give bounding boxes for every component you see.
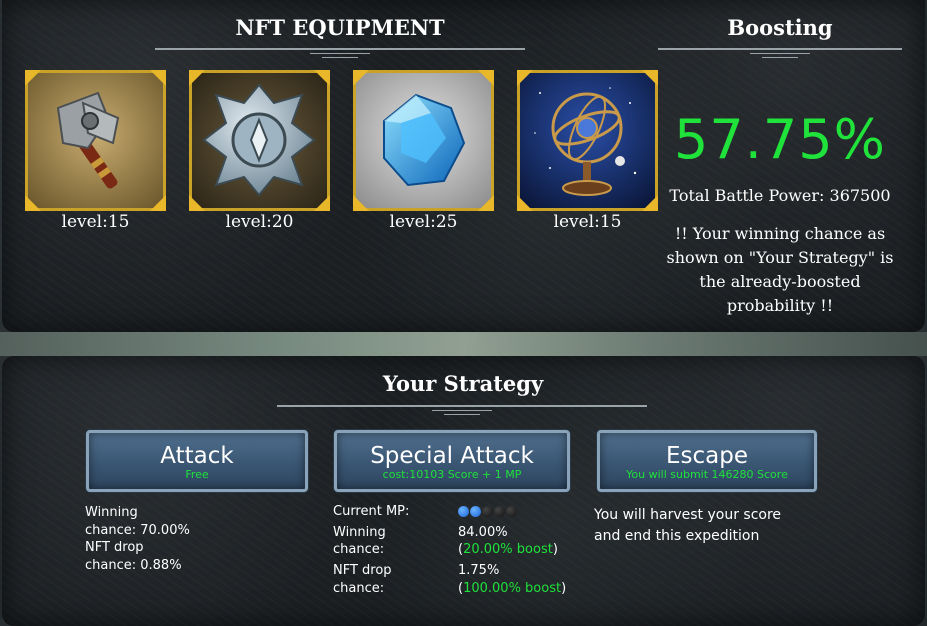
attack-winning-label: Winning <box>85 505 138 520</box>
special-winning-value: 84.00% <box>458 525 508 540</box>
mp-indicator <box>458 503 518 521</box>
mp-dot-empty <box>482 506 493 517</box>
special-nft-boost-value: 100.00% boost <box>463 581 562 596</box>
special-attack-button-label: Special Attack <box>370 443 534 469</box>
mp-dot-full <box>458 506 469 517</box>
attack-button[interactable]: Attack Free <box>86 430 308 492</box>
escape-info: You will harvest your score and end this… <box>594 505 781 547</box>
special-nft-boost: (100.00% boost) <box>458 581 567 596</box>
attack-button-cost: Free <box>185 468 209 481</box>
escape-button-label: Escape <box>665 443 748 469</box>
special-winning-label-1: Winning <box>333 525 386 540</box>
attack-info: Winning chance: 70.00% NFT drop chance: … <box>85 504 285 574</box>
shield-icon <box>192 73 327 208</box>
special-nft-label-1: NFT drop <box>333 563 392 578</box>
nft-level-shield: level:20 <box>225 212 294 232</box>
equipment-title: NFT EQUIPMENT <box>235 15 445 40</box>
special-winning-label-2: chance: <box>333 542 385 557</box>
armillary-sphere-icon <box>520 73 655 208</box>
nft-level-armillary-sphere: level:15 <box>553 212 622 232</box>
attack-button-label: Attack <box>160 443 234 469</box>
boosting-title-rule <box>658 48 902 50</box>
special-winning-boost: (20.00% boost) <box>458 542 558 557</box>
escape-desc-1: You will harvest your score <box>594 507 782 523</box>
boost-note: !! Your winning chance as shown on "Your… <box>666 224 894 315</box>
nft-card-shield[interactable] <box>189 70 330 211</box>
boosting-title: Boosting <box>727 15 833 40</box>
mp-dot-full <box>470 506 481 517</box>
special-nft-label-2: chance: <box>333 581 385 596</box>
strategy-title-rule <box>277 405 647 407</box>
axe-icon <box>28 73 163 208</box>
background-scenery <box>0 332 927 356</box>
attack-nft-value: chance: 0.88% <box>85 557 182 573</box>
escape-desc-2: and end this expedition <box>594 528 760 544</box>
gem-icon <box>356 73 491 208</box>
nft-level-gem: level:25 <box>389 212 458 232</box>
mp-dot-empty <box>506 506 517 517</box>
special-nft-value: 1.75% <box>458 563 500 578</box>
strategy-title: Your Strategy <box>382 371 544 396</box>
mp-dot-empty <box>494 506 505 517</box>
attack-nft-label: NFT drop <box>85 540 144 555</box>
equipment-title-rule <box>155 48 525 50</box>
nft-level-axe: level:15 <box>61 212 130 232</box>
escape-button-submit-score: You will submit 146280 Score <box>626 468 788 481</box>
boost-percentage: 57.75% <box>674 108 886 171</box>
nft-card-armillary-sphere[interactable] <box>517 70 658 211</box>
special-attack-button-cost: cost:10103 Score + 1 MP <box>382 468 522 481</box>
special-winning-boost-value: 20.00% boost <box>463 542 553 557</box>
nft-card-gem[interactable] <box>353 70 494 211</box>
nft-card-axe[interactable] <box>25 70 166 211</box>
special-mp-label: Current MP: <box>333 504 410 519</box>
attack-winning-value: chance: 70.00% <box>85 522 190 538</box>
total-battle-power: Total Battle Power: 367500 <box>669 186 891 205</box>
special-attack-button[interactable]: Special Attack cost:10103 Score + 1 MP <box>334 430 570 492</box>
escape-button[interactable]: Escape You will submit 146280 Score <box>597 430 817 492</box>
